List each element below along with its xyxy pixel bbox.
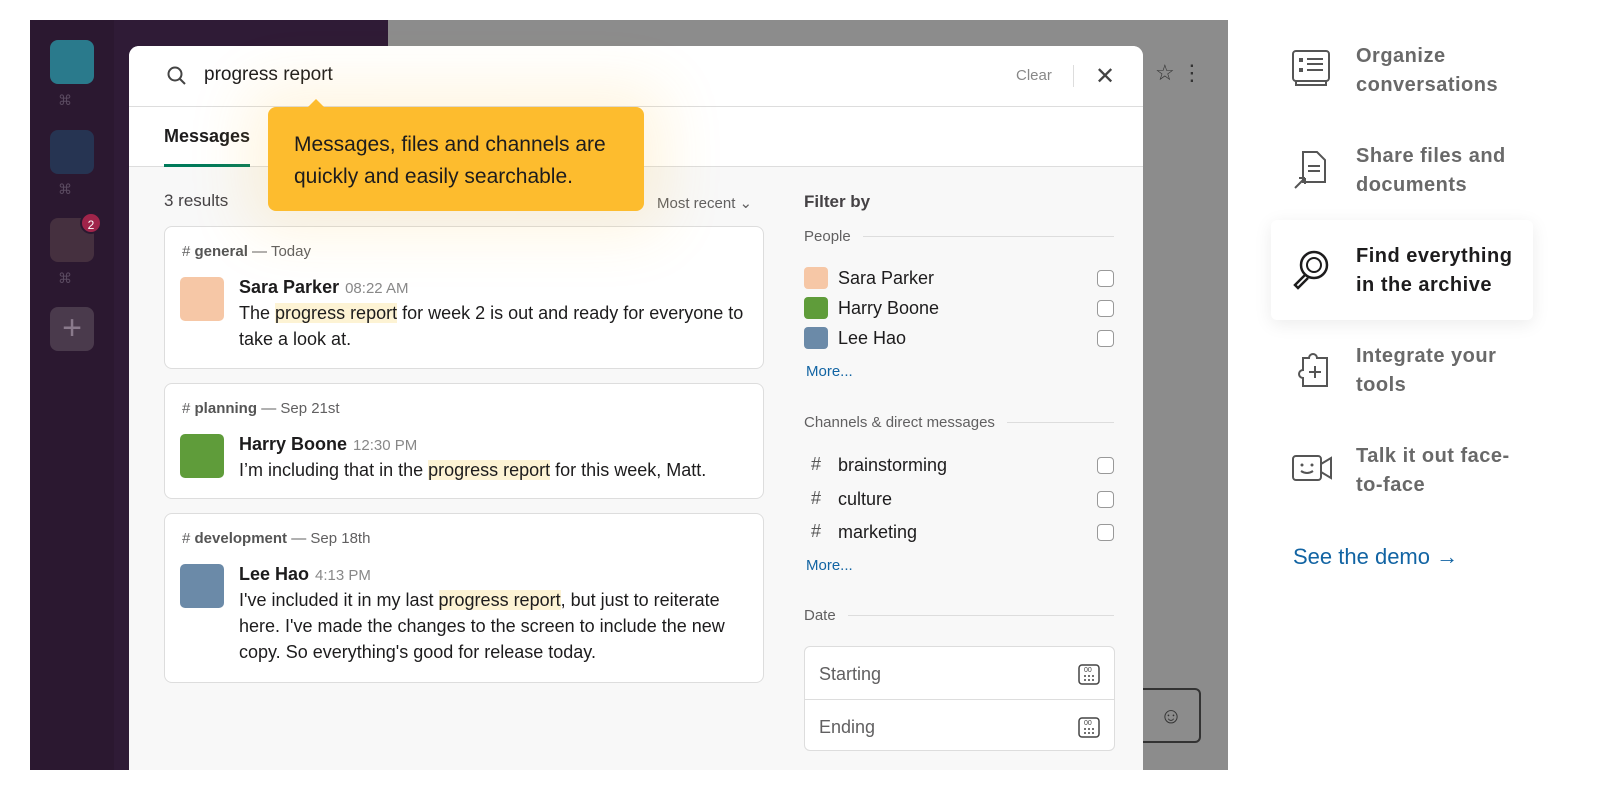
filter-person[interactable]: Lee Hao: [804, 327, 1114, 349]
result-card[interactable]: # planning — Sep 21st Harry Boone 12:30 P…: [164, 383, 764, 499]
shortcut-icon: ⌘: [58, 270, 72, 286]
avatar: [180, 434, 224, 478]
feature-integrate[interactable]: Integrate your tools: [1271, 320, 1533, 420]
author-name: Harry Boone 12:30 PM: [239, 434, 418, 454]
search-icon: [167, 66, 186, 85]
shortcut-icon: ⌘: [58, 92, 72, 108]
channel-label: # general — Today: [182, 243, 311, 260]
chevron-down-icon: ⌄: [739, 195, 753, 212]
checkbox[interactable]: [1097, 456, 1114, 474]
puzzle-plus-icon: [1298, 353, 1328, 387]
close-icon[interactable]: ✕: [1095, 62, 1115, 91]
search-input[interactable]: progress report: [204, 64, 333, 86]
unread-badge: 2: [80, 212, 102, 234]
divider: [1073, 65, 1074, 87]
feature-talk[interactable]: Talk it out face-to-face: [1271, 420, 1533, 520]
shortcut-icon: ⌘: [58, 181, 72, 197]
workspace-1[interactable]: [50, 40, 94, 84]
filter-person[interactable]: Harry Boone: [804, 297, 1114, 319]
checkbox[interactable]: [1097, 329, 1114, 347]
message-text: I've included it in my last progress rep…: [239, 590, 725, 662]
more-people-link[interactable]: More...: [806, 363, 853, 380]
filter-title: Filter by: [804, 192, 871, 211]
author-name: Lee Hao 4:13 PM: [239, 564, 371, 584]
avatar: [804, 327, 828, 349]
feature-organize[interactable]: Organize conversations: [1271, 20, 1533, 120]
calendar-icon[interactable]: 00: [1078, 661, 1100, 685]
sort-dropdown[interactable]: Most recent ⌄: [657, 194, 752, 212]
clear-button[interactable]: Clear: [1016, 67, 1052, 84]
emoji-icon[interactable]: ☺: [1143, 688, 1201, 743]
svg-text:00: 00: [1084, 720, 1092, 727]
avatar: [804, 297, 828, 319]
tooltip: Messages, files and channels are quickly…: [268, 99, 644, 211]
more-channels-link[interactable]: More...: [806, 557, 853, 574]
channels-heading: Channels & direct messages: [804, 414, 1114, 431]
feature-share[interactable]: Share files and documents: [1271, 120, 1533, 220]
hash-icon: #: [810, 454, 821, 474]
avatar: [180, 277, 224, 321]
message-text: The progress report for week 2 is out an…: [239, 303, 744, 349]
filter-person[interactable]: Sara Parker: [804, 267, 1114, 289]
author-name: Sara Parker 08:22 AM: [239, 277, 409, 297]
checkbox[interactable]: [1097, 269, 1114, 287]
feature-label: Organize conversations: [1356, 45, 1499, 96]
channel-label: # planning — Sep 21st: [182, 400, 340, 417]
starting-date-input[interactable]: Starting 00: [805, 647, 1114, 699]
ending-date-input[interactable]: Ending 00: [805, 699, 1114, 751]
feature-label: Talk it out face-to-face: [1356, 445, 1510, 496]
filter-channel[interactable]: # culture: [804, 488, 1114, 510]
hash-icon: #: [810, 488, 821, 508]
result-card[interactable]: # development — Sep 18th Lee Hao 4:13 PM …: [164, 513, 764, 683]
more-icon[interactable]: ⋮: [1181, 60, 1203, 85]
video-icon: [1292, 455, 1332, 481]
hash-icon: #: [810, 521, 821, 541]
search-archive-icon: [1293, 250, 1329, 290]
checkbox[interactable]: [1097, 490, 1114, 508]
checkbox[interactable]: [1097, 523, 1114, 541]
file-share-icon: [1294, 151, 1326, 189]
feature-label: Integrate your tools: [1356, 345, 1497, 396]
avatar: [180, 564, 224, 608]
message-text: I’m including that in the progress repor…: [239, 460, 707, 480]
add-workspace-button[interactable]: +: [50, 307, 94, 351]
list-icon: [1292, 50, 1330, 86]
result-card[interactable]: # general — Today Sara Parker 08:22 AM Th…: [164, 226, 764, 369]
feature-find[interactable]: Find everything in the archive: [1271, 220, 1533, 320]
channel-label: # development — Sep 18th: [182, 530, 371, 547]
workspace-2[interactable]: [50, 130, 94, 174]
calendar-icon[interactable]: 00: [1078, 714, 1100, 738]
feature-label: Share files and documents: [1356, 145, 1506, 196]
sort-label: Most recent: [657, 195, 736, 212]
avatar: [804, 267, 828, 289]
see-demo-link[interactable]: See the demo →: [1293, 544, 1458, 570]
svg-text:00: 00: [1084, 667, 1092, 674]
workspace-rail: ⌘ ⌘ 2 ⌘ +: [30, 20, 114, 770]
feature-label: Find everything in the archive: [1356, 245, 1513, 296]
filter-channel[interactable]: # marketing: [804, 521, 1114, 543]
filter-channel[interactable]: # brainstorming: [804, 454, 1114, 476]
tab-messages[interactable]: Messages: [164, 126, 251, 167]
date-heading: Date: [804, 607, 1114, 624]
results-count: 3 results: [164, 191, 229, 210]
search-bar: progress report Clear ✕: [129, 46, 1143, 107]
people-heading: People: [804, 228, 1114, 245]
checkbox[interactable]: [1097, 299, 1114, 317]
star-icon[interactable]: ☆ ⋮: [1155, 60, 1203, 86]
date-range: Starting 00 Ending 00: [804, 646, 1115, 751]
